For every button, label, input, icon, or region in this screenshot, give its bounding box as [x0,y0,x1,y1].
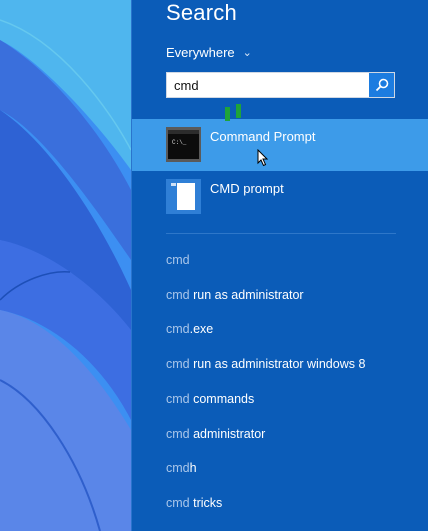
mouse-pointer-icon [257,148,269,172]
white-document-tile-icon [166,179,201,214]
result-label: CMD prompt [210,181,284,196]
suggestion-item[interactable]: cmdh [166,461,197,475]
desktop-wallpaper [0,0,131,531]
search-input[interactable] [167,73,367,97]
pane-title: Search [166,0,237,25]
suggestion-item[interactable]: cmd administrator [166,427,265,441]
suggestion-item[interactable]: cmd run as administrator [166,288,304,302]
scope-label: Everywhere [166,44,235,60]
search-scope-dropdown[interactable]: Everywhere ⌄ [166,44,252,60]
results-divider [166,233,396,234]
search-button[interactable] [369,73,394,97]
result-label-match: CMD [210,181,240,196]
suggestion-item[interactable]: cmd commands [166,392,254,406]
result-cmd-prompt[interactable]: CMD prompt [132,171,428,223]
console-app-icon: C:\_ [166,127,201,162]
suggestion-item[interactable]: cmd [166,253,190,267]
search-charm-pane: Search Everywhere ⌄ C:\_ Command Prompt [131,0,428,531]
search-icon [375,78,388,92]
search-box [166,72,395,98]
result-command-prompt[interactable]: C:\_ Command Prompt [132,119,428,171]
chevron-down-icon: ⌄ [242,46,252,59]
suggestion-item[interactable]: cmd tricks [166,496,222,510]
svg-text:C:\_: C:\_ [172,139,187,146]
touch-indicator-icon [224,104,244,124]
suggestion-item[interactable]: cmd run as administrator windows 8 [166,357,365,371]
wallpaper-petals [0,0,131,531]
suggestion-item[interactable]: cmd.exe [166,322,213,336]
result-label: Command Prompt [210,129,316,144]
